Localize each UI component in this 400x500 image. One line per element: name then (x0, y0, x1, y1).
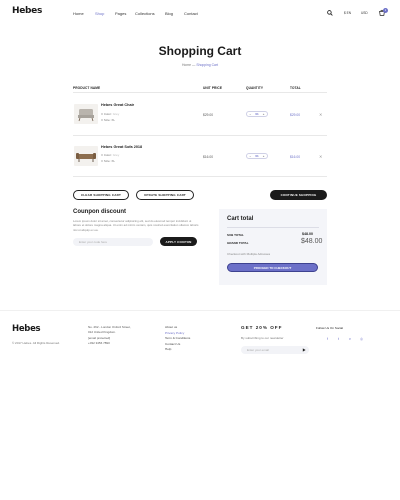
unit-price: $16.00 (203, 155, 214, 159)
coupon-description: Lorem ipsum dolor sit amet, consectetur … (73, 219, 199, 232)
product-color: Color: Grey (101, 112, 119, 116)
product-size: Size: XL (101, 118, 115, 122)
divider (73, 176, 327, 177)
proceed-to-checkout-button[interactable]: PROCEED TO CHECKOUT (227, 263, 318, 272)
product-name[interactable]: Hebes Great Sofa 2018 (101, 145, 142, 149)
row-total: $29.00 (290, 113, 301, 117)
th-quantity: QUANTITY (246, 86, 264, 90)
newsletter-title: GET 20% OFF (241, 325, 283, 330)
cart-total-title: Cart total (227, 216, 254, 222)
size-swatch (101, 119, 103, 121)
apply-coupon-button[interactable]: APPLY COUPON (160, 237, 197, 246)
nav-contact[interactable]: Contact (184, 11, 198, 16)
product-color: Color: Grey (101, 153, 119, 157)
site-logo[interactable]: Hebes (12, 6, 42, 16)
clear-cart-button[interactable]: CLEAR SHOPPING CART (73, 190, 129, 200)
nav-pages[interactable]: Pages (115, 11, 126, 16)
footer-logo[interactable]: Hebes (12, 324, 41, 334)
address-phone: +032 3456 7890 (88, 341, 110, 346)
color-swatch (101, 154, 103, 156)
footer-link-help[interactable]: Help (165, 347, 190, 353)
decrease-button[interactable]: − (250, 112, 252, 116)
remove-item-icon[interactable]: ✕ (319, 112, 322, 117)
breadcrumb: Home — Shopping Cart (0, 63, 400, 67)
breadcrumb-current: Shopping Cart (196, 63, 219, 67)
nav-collections[interactable]: Collections (135, 11, 155, 16)
grand-total-label: GRAND TOTAL (227, 241, 249, 245)
cart-count-badge: 2 (383, 8, 388, 13)
coupon-title: Counpon discount (73, 209, 126, 215)
breadcrumb-home[interactable]: Home (182, 63, 191, 67)
increase-button[interactable]: + (263, 112, 265, 116)
subtotal-value: $48.00 (302, 232, 313, 236)
footer-divider (0, 310, 400, 311)
th-total: TOTAL (290, 86, 301, 90)
nav-shop[interactable]: Shop (95, 11, 104, 16)
product-name[interactable]: Hebes Great Chair (101, 103, 134, 107)
search-icon[interactable] (327, 10, 333, 16)
increase-button[interactable]: + (263, 154, 265, 158)
newsletter-email-input[interactable]: Enter your email (241, 346, 309, 354)
facebook-icon[interactable]: f (327, 337, 328, 341)
breadcrumb-separator: — (191, 63, 196, 67)
quantity-stepper[interactable]: − 01 + (246, 111, 268, 117)
continue-shopping-button[interactable]: CONTINUE SHOPPING (270, 190, 327, 200)
quantity-stepper[interactable]: − 01 + (246, 153, 268, 159)
sofa-image-icon (76, 153, 96, 162)
language-select[interactable]: USD (361, 11, 368, 15)
subtotal-label: SUB TOTAL (227, 233, 244, 237)
th-unit-price: UNIT PRICE (203, 86, 223, 90)
follow-social-label: Follow Us On Social (316, 326, 344, 330)
vimeo-icon[interactable]: v (349, 337, 351, 341)
footer-links: About us Privacy Policy Term & Condition… (165, 325, 190, 353)
currency-select[interactable]: $ EN (344, 11, 351, 15)
product-size: Size: XL (101, 159, 115, 163)
remove-item-icon[interactable]: ✕ (319, 154, 322, 159)
copyright: © 2017 Hebes. All Rights Reserved. (12, 341, 60, 345)
page-title: Shopping Cart (158, 44, 242, 58)
update-cart-button[interactable]: UPDATE SHOPPING CART (136, 190, 194, 200)
quantity-value[interactable]: 01 (255, 112, 258, 116)
nav-home[interactable]: Home (73, 11, 84, 16)
unit-price: $29.00 (203, 113, 214, 117)
footer-address: No. 262 - London Oxford Street, 012 Unit… (88, 325, 131, 347)
divider (227, 227, 319, 228)
send-arrow-icon[interactable] (302, 348, 306, 352)
nav-blog[interactable]: Blog (165, 11, 173, 16)
twitter-icon[interactable]: t (338, 337, 339, 341)
coupon-code-input[interactable]: Enter your code here (73, 238, 153, 246)
grand-total-value: $48.00 (301, 238, 323, 245)
product-thumbnail[interactable] (74, 146, 98, 166)
row-total: $16.00 (290, 155, 301, 159)
quantity-value[interactable]: 01 (255, 154, 258, 158)
newsletter-text: By subscribing to our newsletter (241, 336, 284, 340)
divider (73, 92, 327, 93)
multiple-addresses-link[interactable]: Checkout with Multiple Adresses (227, 252, 270, 256)
color-swatch (101, 113, 103, 115)
instagram-icon[interactable]: ◎ (360, 337, 363, 341)
divider (73, 135, 327, 136)
th-product: PRODUCT NAME (73, 86, 101, 90)
product-thumbnail[interactable] (74, 104, 98, 124)
decrease-button[interactable]: − (250, 154, 252, 158)
chair-image-icon (78, 109, 94, 122)
footer-link-terms[interactable]: Term & Conditions (165, 336, 190, 342)
size-swatch (101, 160, 103, 162)
